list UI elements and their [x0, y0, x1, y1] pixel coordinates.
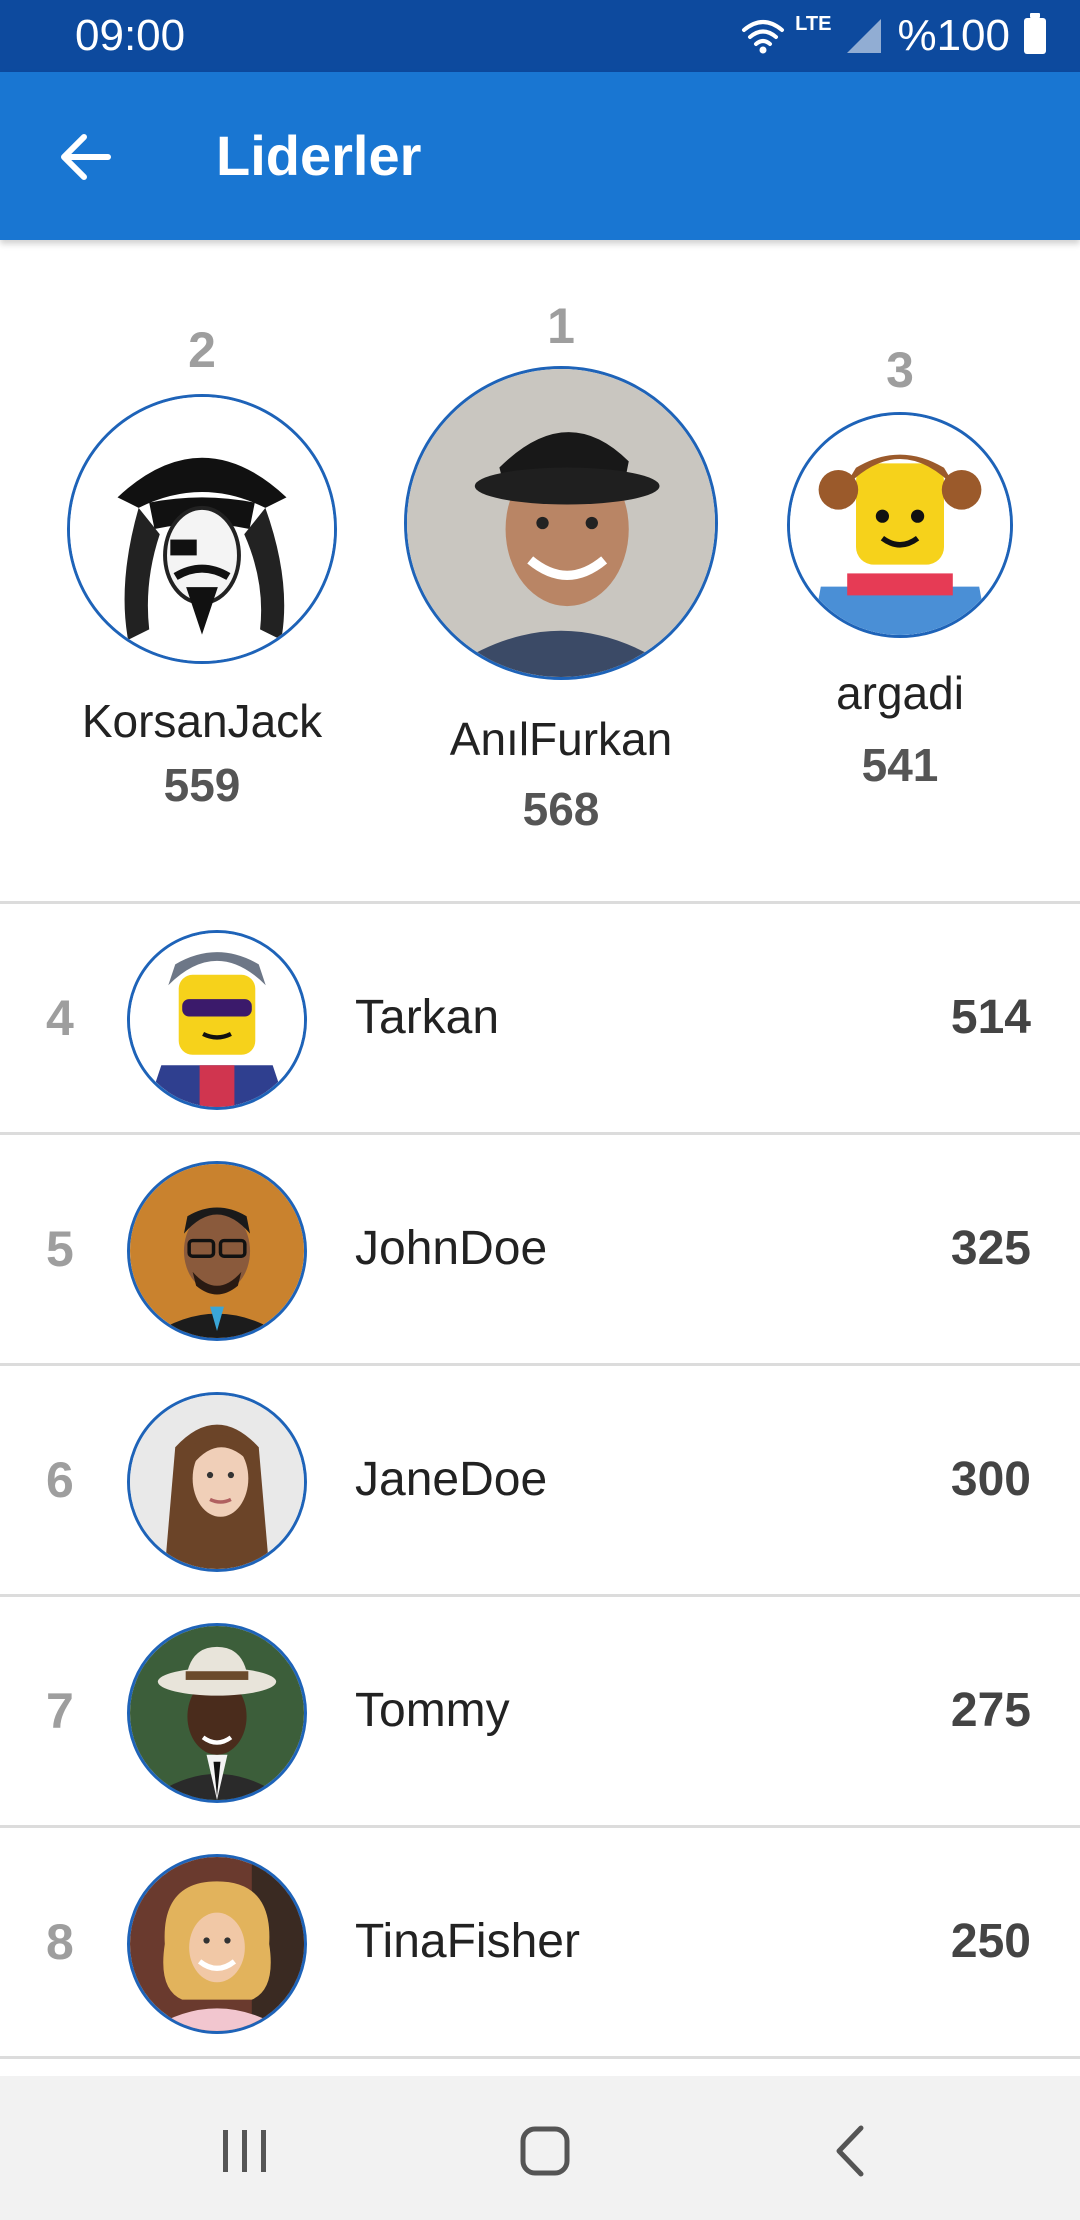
back-icon	[836, 2125, 864, 2177]
podium-rank: 3	[886, 342, 914, 398]
arrow-back-icon	[61, 134, 111, 180]
list-item[interactable]: 5 JohnDoe 325	[0, 1135, 1080, 1363]
podium-score: 541	[861, 739, 939, 791]
status-time: 09:00	[75, 11, 186, 60]
user-score: 325	[950, 1222, 1031, 1275]
man-in-hat-avatar	[404, 366, 718, 680]
podium-name: KorsanJack	[81, 695, 323, 747]
blonde-woman-avatar	[127, 1854, 307, 2034]
user-score: 300	[950, 1453, 1031, 1506]
man-white-hat-avatar	[127, 1623, 307, 1803]
user-score: 250	[950, 1915, 1031, 1968]
network-type-label: LTE	[795, 12, 832, 35]
rank-number: 4	[46, 990, 74, 1046]
home-icon	[520, 2126, 570, 2176]
list-item[interactable]: 8 TinaFisher 250	[0, 1828, 1080, 2056]
battery-icon	[1024, 13, 1046, 54]
rank-number: 7	[46, 1683, 74, 1739]
rank-number: 5	[46, 1221, 74, 1277]
rank-number: 6	[46, 1452, 74, 1508]
user-name: Tommy	[355, 1684, 510, 1737]
lego-sunglasses-avatar	[127, 930, 307, 1110]
podium-name: argadi	[836, 667, 964, 719]
user-name: JohnDoe	[355, 1222, 548, 1275]
recent-apps-icon	[223, 2130, 266, 2172]
page-title: Liderler	[216, 124, 422, 187]
pirate-avatar	[67, 394, 337, 664]
podium: 2 KorsanJack 559 1 AnılFurkan 568 3 arga…	[0, 240, 1080, 902]
podium-name: AnılFurkan	[449, 713, 673, 765]
status-icons: LTE %100	[741, 8, 1046, 64]
podium-score: 568	[522, 783, 600, 835]
woman-avatar	[127, 1392, 307, 1572]
podium-rank: 2	[188, 322, 216, 378]
user-name: Tarkan	[355, 991, 500, 1044]
podium-entry-third[interactable]: 3 argadi 541	[770, 340, 1030, 792]
podium-score: 559	[163, 759, 241, 811]
podium-entry-second[interactable]: 2 KorsanJack 559	[52, 320, 352, 812]
divider	[0, 2056, 1080, 2059]
list-item[interactable]: 7 Tommy 275	[0, 1597, 1080, 1825]
user-score: 275	[950, 1684, 1031, 1737]
user-name: TinaFisher	[355, 1915, 580, 1968]
back-button[interactable]	[50, 122, 120, 192]
lego-girl-avatar	[787, 412, 1013, 638]
system-back-button[interactable]	[805, 2116, 895, 2186]
podium-rank: 1	[547, 298, 575, 354]
man-glasses-avatar	[127, 1161, 307, 1341]
home-button[interactable]	[500, 2116, 590, 2186]
recent-apps-button[interactable]	[200, 2116, 290, 2186]
battery-percentage: %100	[897, 11, 1010, 60]
user-score: 514	[950, 991, 1031, 1044]
podium-entry-first[interactable]: 1 AnılFurkan 568	[396, 296, 726, 836]
system-nav-bar	[0, 2076, 1080, 2220]
wifi-icon	[742, 20, 785, 54]
user-name: JaneDoe	[355, 1453, 548, 1506]
signal-icon	[847, 19, 882, 53]
app-bar: Liderler	[0, 72, 1080, 240]
status-bar: 09:00 LTE %100	[0, 0, 1080, 72]
list-item[interactable]: 6 JaneDoe 300	[0, 1366, 1080, 1594]
rank-number: 8	[46, 1914, 74, 1970]
list-item[interactable]: 4 Tarkan 514	[0, 904, 1080, 1132]
